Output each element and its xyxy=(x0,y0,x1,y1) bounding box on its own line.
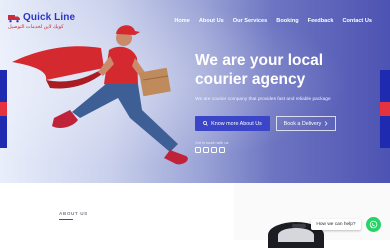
main-nav: Home About Us Our Services Booking Feedb… xyxy=(174,18,372,24)
courier-illustration xyxy=(12,25,188,165)
nav-our-services[interactable]: Our Services xyxy=(233,18,268,24)
instagram-icon[interactable] xyxy=(195,147,201,153)
email-icon[interactable] xyxy=(211,147,217,153)
nav-feedback[interactable]: Feedback xyxy=(308,18,334,24)
truck-icon xyxy=(8,15,20,23)
chevron-right-icon xyxy=(325,121,328,126)
know-more-button[interactable]: Know more About Us xyxy=(195,116,270,131)
logo-arabic-tagline: كويك لاين لخدمات التوصيل xyxy=(8,24,64,30)
logo-name: Quick Line xyxy=(23,12,76,23)
hero-title: We are your local courier agency xyxy=(195,52,324,88)
nav-home[interactable]: Home xyxy=(174,18,190,24)
search-icon xyxy=(203,121,208,126)
twitter-icon[interactable] xyxy=(219,147,225,153)
facebook-icon[interactable] xyxy=(203,147,209,153)
nav-contact-us[interactable]: Contact Us xyxy=(342,18,372,24)
know-more-label: Know more About Us xyxy=(211,120,262,127)
help-chat-bubble[interactable]: How we can help? xyxy=(311,219,361,230)
book-delivery-label: Book a Delivery xyxy=(283,120,322,127)
nav-booking[interactable]: Booking xyxy=(276,18,298,24)
nav-about-us[interactable]: About Us xyxy=(199,18,224,24)
about-us-label: ABOUT US xyxy=(59,211,88,216)
whatsapp-button[interactable] xyxy=(366,217,381,232)
book-delivery-button[interactable]: Book a Delivery xyxy=(276,116,336,131)
hero-subtitle: We are courier company that provides fas… xyxy=(195,97,331,102)
social-links xyxy=(195,147,225,153)
hero-section: Quick Line كويك لاين لخدمات التوصيل Home… xyxy=(0,0,390,183)
decorative-stripe-right xyxy=(380,70,390,148)
logo[interactable]: Quick Line كويك لاين لخدمات التوصيل xyxy=(8,12,75,32)
get-in-touch-label: Get in touch with us xyxy=(195,141,229,145)
about-us-underline xyxy=(59,219,73,220)
whatsapp-icon xyxy=(369,220,378,229)
